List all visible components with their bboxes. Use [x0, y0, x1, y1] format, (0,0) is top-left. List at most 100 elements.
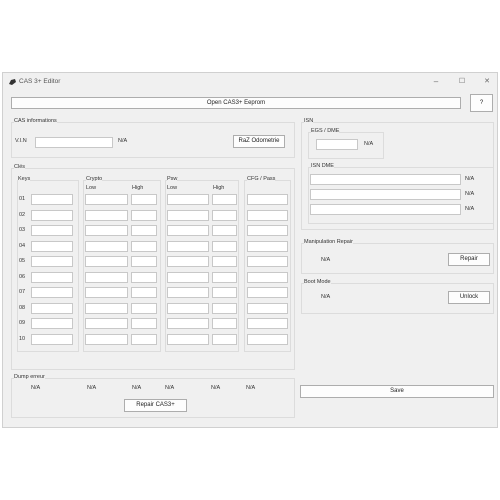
key-field[interactable]	[31, 333, 73, 345]
cfg-field[interactable]	[247, 287, 288, 298]
psw-low-field[interactable]	[167, 209, 209, 221]
key-row-label: 06	[19, 273, 26, 280]
crypto-high-header: High	[132, 185, 144, 191]
maximize-button[interactable]: ☐	[455, 76, 469, 88]
psw-high-field[interactable]	[212, 333, 237, 345]
raz-odometrie-button[interactable]: RaZ Odometrie	[233, 135, 285, 148]
cfg-field[interactable]	[247, 225, 288, 236]
isn-dme-status-3: N/A	[465, 206, 475, 212]
close-button[interactable]: ✕	[480, 76, 494, 88]
dump-value-6: N/A	[246, 385, 256, 391]
key-field[interactable]	[31, 225, 73, 236]
egs-dme-field[interactable]	[316, 139, 358, 150]
psw-high-field[interactable]	[212, 256, 237, 267]
crypto-high-field[interactable]	[131, 302, 157, 314]
psw-high-field[interactable]	[212, 302, 237, 314]
psw-high-field[interactable]	[212, 240, 237, 252]
crypto-high-field[interactable]	[131, 333, 157, 345]
crypto-high-field[interactable]	[131, 240, 157, 252]
key-field[interactable]	[31, 271, 73, 283]
cfg-field[interactable]	[247, 194, 288, 205]
unlock-button[interactable]: Unlock	[448, 291, 490, 304]
isn-dme-status-1: N/A	[465, 176, 475, 182]
psw-high-field[interactable]	[212, 209, 237, 221]
psw-low-field[interactable]	[167, 318, 209, 329]
key-row-label: 02	[19, 211, 26, 218]
crypto-low-field[interactable]	[85, 333, 128, 345]
crypto-low-field[interactable]	[85, 209, 128, 221]
open-eeprom-button[interactable]: Open CAS3+ Eeprom	[11, 97, 461, 109]
crypto-header: Crypto	[86, 176, 103, 182]
car-key-icon	[9, 79, 16, 85]
key-field[interactable]	[31, 209, 73, 221]
psw-low-field[interactable]	[167, 271, 209, 283]
crypto-low-field[interactable]	[85, 240, 128, 252]
cfg-field[interactable]	[247, 256, 288, 267]
minimize-button[interactable]: –	[429, 76, 443, 88]
psw-high-field[interactable]	[212, 287, 237, 298]
cfg-field[interactable]	[247, 209, 288, 221]
cfg-field[interactable]	[247, 240, 288, 252]
psw-low-field[interactable]	[167, 225, 209, 236]
key-row-label: 01	[19, 196, 26, 202]
psw-high-field[interactable]	[212, 225, 237, 236]
vin-label: V.I.N	[15, 138, 27, 144]
isn-dme-field-2[interactable]	[310, 189, 461, 200]
crypto-low-field[interactable]	[85, 256, 128, 267]
key-row-label: 08	[19, 304, 26, 311]
title-bar: CAS 3+ Editor – ☐ ✕	[3, 73, 497, 91]
crypto-high-field[interactable]	[131, 271, 157, 283]
psw-low-field[interactable]	[167, 194, 209, 205]
crypto-high-field[interactable]	[131, 209, 157, 221]
crypto-high-field[interactable]	[131, 256, 157, 267]
key-field[interactable]	[31, 256, 73, 267]
vin-status: N/A	[118, 138, 128, 144]
crypto-high-field[interactable]	[131, 225, 157, 236]
crypto-low-field[interactable]	[85, 194, 128, 205]
psw-low-header: Low	[167, 185, 178, 191]
crypto-high-field[interactable]	[131, 287, 157, 298]
key-field[interactable]	[31, 302, 73, 314]
crypto-high-field[interactable]	[131, 318, 157, 329]
egs-dme-status: N/A	[364, 141, 374, 147]
dump-value-2: N/A	[87, 385, 97, 391]
psw-low-field[interactable]	[167, 287, 209, 298]
key-row-label: 07	[19, 289, 26, 295]
psw-low-field[interactable]	[167, 333, 209, 345]
psw-high-field[interactable]	[212, 318, 237, 329]
manipulation-title: Manipulation Repair	[304, 239, 353, 245]
key-field[interactable]	[31, 287, 73, 298]
psw-high-field[interactable]	[212, 194, 237, 205]
psw-low-field[interactable]	[167, 302, 209, 314]
psw-low-field[interactable]	[167, 256, 209, 267]
psw-high-header: High	[213, 185, 225, 191]
keys-header: Keys	[18, 176, 31, 182]
psw-header: Psw	[167, 176, 178, 182]
crypto-low-field[interactable]	[85, 271, 128, 283]
crypto-high-field[interactable]	[131, 194, 157, 205]
crypto-low-field[interactable]	[85, 318, 128, 329]
psw-low-field[interactable]	[167, 240, 209, 252]
crypto-low-field[interactable]	[85, 302, 128, 314]
key-field[interactable]	[31, 240, 73, 252]
crypto-low-field[interactable]	[85, 225, 128, 236]
vin-field[interactable]	[35, 137, 113, 148]
key-field[interactable]	[31, 194, 73, 205]
crypto-low-field[interactable]	[85, 287, 128, 298]
psw-high-field[interactable]	[212, 271, 237, 283]
isn-dme-field-3[interactable]	[310, 204, 461, 215]
repair-cas3-button[interactable]: Repair CAS3+	[124, 399, 187, 412]
isn-dme-field-1[interactable]	[310, 174, 461, 185]
dump-group	[11, 378, 295, 418]
cfg-field[interactable]	[247, 271, 288, 283]
repair-button[interactable]: Repair	[448, 253, 490, 266]
save-button[interactable]: Save	[300, 385, 494, 398]
cfg-field[interactable]	[247, 302, 288, 314]
dump-value-4: N/A	[165, 385, 175, 391]
key-field[interactable]	[31, 318, 73, 329]
cfg-field[interactable]	[247, 318, 288, 329]
boot-mode-title: Boot Mode	[304, 279, 331, 285]
isn-title: ISN	[304, 118, 314, 124]
cfg-field[interactable]	[247, 333, 288, 345]
help-button[interactable]: ?	[470, 94, 493, 112]
